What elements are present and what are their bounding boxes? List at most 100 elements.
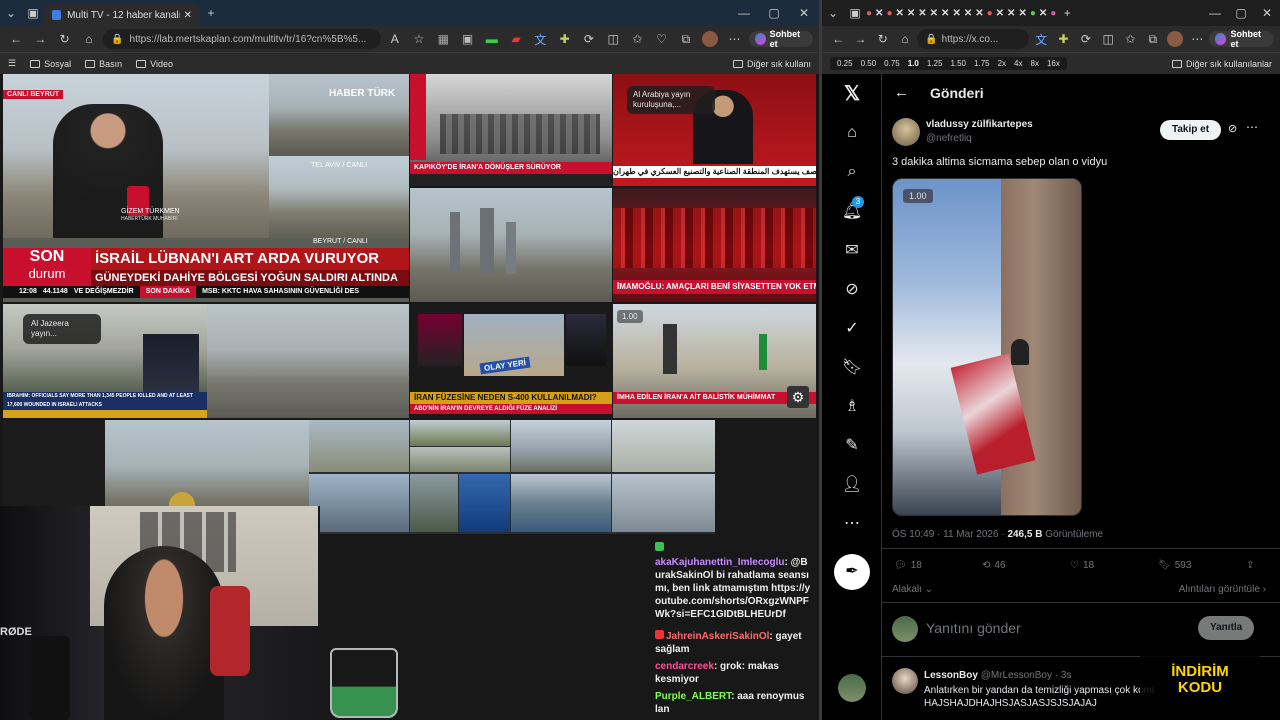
more-icon[interactable]: ⋯ xyxy=(724,28,744,50)
refresh-icon[interactable]: ↻ xyxy=(55,28,75,50)
browser-essentials-icon[interactable]: ♡ xyxy=(652,28,672,50)
pinned-tabs-strip[interactable]: ● ✕ ● ✕ ✕ ✕ ✕ ✕ ✕ ✕ ✕ ● ✕ ✕ ✕ ● ✕ ● xyxy=(866,8,1056,19)
tv-tile-skyline[interactable] xyxy=(410,188,612,302)
tv-tile-aerial[interactable] xyxy=(207,304,409,418)
speed-option-button[interactable]: 1.75 xyxy=(971,59,993,68)
read-aloud-icon[interactable]: A xyxy=(385,28,405,50)
home-icon[interactable]: ⌂ xyxy=(895,28,915,50)
home-nav-icon[interactable]: ⌂ xyxy=(841,122,863,144)
split-screen-icon[interactable]: ◫ xyxy=(603,28,623,50)
favorite-star-icon[interactable]: ☆ xyxy=(409,28,429,50)
translate-icon[interactable]: 文 xyxy=(530,28,550,50)
back-arrow-icon[interactable]: ← xyxy=(894,84,909,101)
bookmark-folder-basin[interactable]: Basın xyxy=(85,59,122,69)
tab-multitv[interactable]: Multi TV - 12 haber kanalını aynı a ✕ xyxy=(44,4,200,26)
grok-nav-icon[interactable]: ⊘ xyxy=(841,278,863,300)
tv-tile-alarabiya[interactable]: Al Arabiya yayın kuruluşuna,... قصف يسته… xyxy=(613,74,816,186)
speed-option-button[interactable]: 2x xyxy=(995,59,1009,68)
workspaces-icon[interactable]: ▣ xyxy=(844,2,866,24)
speed-option-button[interactable]: 0.25 xyxy=(834,59,856,68)
new-tab-icon[interactable]: + xyxy=(1056,2,1078,24)
extension-5-icon[interactable]: ✚ xyxy=(554,28,574,50)
extension-2-icon[interactable]: ▣ xyxy=(457,28,477,50)
tv-tile-kapikoy[interactable]: KAPIKÖY'DE İRAN'A DÖNÜŞLER SÜRÜYOR xyxy=(410,74,612,186)
speed-option-button[interactable]: 1.0 xyxy=(905,59,922,68)
sidebar-toggle-icon[interactable]: ☰ xyxy=(8,58,16,69)
close-window-icon[interactable]: ✕ xyxy=(789,2,819,24)
tab-menu-icon[interactable]: ⌄ xyxy=(822,2,844,24)
author-handle[interactable]: @nefretliq xyxy=(926,133,972,144)
maximize-icon[interactable]: ▢ xyxy=(759,2,789,24)
translate-icon[interactable]: 文 xyxy=(1031,28,1051,50)
account-avatar[interactable] xyxy=(838,674,866,702)
more-nav-icon[interactable]: ⋯ xyxy=(841,512,863,534)
repost-action[interactable]: ⟲ 46 xyxy=(982,560,1070,571)
reply-input[interactable]: Yanıtını gönder xyxy=(926,620,1166,636)
forward-icon[interactable]: → xyxy=(30,28,50,50)
split-screen-icon[interactable]: ◫ xyxy=(1098,28,1118,50)
articles-nav-icon[interactable]: ✎ xyxy=(841,434,863,456)
close-tab-icon[interactable]: ✕ xyxy=(184,10,192,21)
reply-author-avatar[interactable] xyxy=(892,668,918,694)
speed-option-button[interactable]: 1.25 xyxy=(924,59,946,68)
speed-option-button[interactable]: 4x xyxy=(1011,59,1025,68)
reply-author-handle[interactable]: @MrLessonBoy · 3s xyxy=(981,670,1072,681)
workspaces-icon[interactable]: ▣ xyxy=(22,2,44,24)
new-tab-icon[interactable]: + xyxy=(200,2,222,24)
extension-4-icon[interactable]: ▰ xyxy=(506,28,526,50)
maximize-icon[interactable]: ▢ xyxy=(1228,2,1254,24)
speed-option-button[interactable]: 16x xyxy=(1044,59,1063,68)
other-bookmarks[interactable]: Diğer sık kullanılanlar xyxy=(1171,59,1272,69)
explore-nav-icon[interactable]: ⌕ xyxy=(841,161,863,183)
grok-explain-icon[interactable]: ⊘ xyxy=(1228,122,1237,135)
settings-gear-icon[interactable]: ⚙ xyxy=(787,386,809,408)
tv-tile-rally[interactable]: İMAMOĞLU: AMAÇLARI BENİ SİYASETTEN YOK E… xyxy=(613,188,816,302)
speed-option-button[interactable]: 1.50 xyxy=(947,59,969,68)
other-bookmarks[interactable]: Diğer sık kullanı xyxy=(732,59,811,69)
reply-author-name[interactable]: LessonBoy xyxy=(924,670,978,681)
profile-avatar[interactable] xyxy=(1165,28,1185,50)
extension-1-icon[interactable]: ▦ xyxy=(433,28,453,50)
address-bar[interactable]: 🔒 https://lab.mertskaplan.com/multitv/tr… xyxy=(103,29,381,49)
post-more-icon[interactable]: ⋯ xyxy=(1246,120,1258,134)
reply-submit-button[interactable]: Yanıtla xyxy=(1198,616,1255,640)
x-logo-icon[interactable]: 𝕏 xyxy=(841,82,863,105)
bookmark-folder-video[interactable]: Video xyxy=(136,59,173,69)
profile-nav-icon[interactable]: 👤︎ xyxy=(841,473,863,495)
close-window-icon[interactable]: ✕ xyxy=(1254,2,1280,24)
speed-option-button[interactable]: 8x xyxy=(1028,59,1042,68)
refresh-icon[interactable]: ↻ xyxy=(873,28,893,50)
collections-icon[interactable]: ⧉ xyxy=(676,28,696,50)
profile-avatar[interactable] xyxy=(700,28,720,50)
compose-post-button[interactable]: ✒ xyxy=(834,554,870,590)
bookmark-folder-sosyal[interactable]: Sosyal xyxy=(30,59,71,69)
copilot-chat-button[interactable]: Sohbet et xyxy=(748,29,814,49)
author-avatar[interactable] xyxy=(892,118,920,146)
more-icon[interactable]: ⋯ xyxy=(1187,28,1207,50)
like-action[interactable]: ♡ 18 xyxy=(1070,560,1158,571)
follow-button[interactable]: Takip et xyxy=(1160,120,1222,140)
extension-6-icon[interactable]: ⟳ xyxy=(579,28,599,50)
view-quotes-link[interactable]: Alıntıları görüntüle › xyxy=(1179,584,1266,595)
reply-action[interactable]: 💬︎ 18 xyxy=(894,560,982,571)
bookmarks-nav-icon[interactable]: 🔖︎ xyxy=(841,356,863,378)
camera-mosaic[interactable] xyxy=(309,420,715,534)
home-icon[interactable]: ⌂ xyxy=(79,28,99,50)
minimize-icon[interactable]: — xyxy=(729,2,759,24)
address-bar[interactable]: 🔒 https://x.co... xyxy=(917,29,1030,49)
bookmark-action[interactable]: 🔖︎ 593 xyxy=(1158,560,1246,571)
back-icon[interactable]: ← xyxy=(6,28,26,50)
sort-relevant-dropdown[interactable]: Alakalı ⌄ xyxy=(892,584,933,595)
tv-tile-haberturk[interactable]: CANLI BEYRUT HABER TÜRK TEL AVIV / CANLI… xyxy=(3,74,409,302)
favorites-icon[interactable]: ✩ xyxy=(1120,28,1140,50)
back-icon[interactable]: ← xyxy=(828,28,848,50)
author-name[interactable]: vladussy zülfikartepes xyxy=(926,119,1033,130)
tab-menu-icon[interactable]: ⌄ xyxy=(0,2,22,24)
speed-option-button[interactable]: 0.50 xyxy=(858,59,880,68)
post-video-player[interactable]: 1.00 xyxy=(892,178,1082,516)
collections-icon[interactable]: ⧉ xyxy=(1143,28,1163,50)
extension-icon[interactable]: ✚ xyxy=(1053,28,1073,50)
tv-tile-balistik[interactable]: 1.00 İMHA EDİLEN İRAN'A AİT BALİSTİK MÜH… xyxy=(613,304,816,418)
tv-tile-s400[interactable]: OLAY YERİ İRAN FÜZESİNE NEDEN S-400 KULL… xyxy=(410,304,612,418)
extension-3-icon[interactable]: ▬ xyxy=(482,28,502,50)
